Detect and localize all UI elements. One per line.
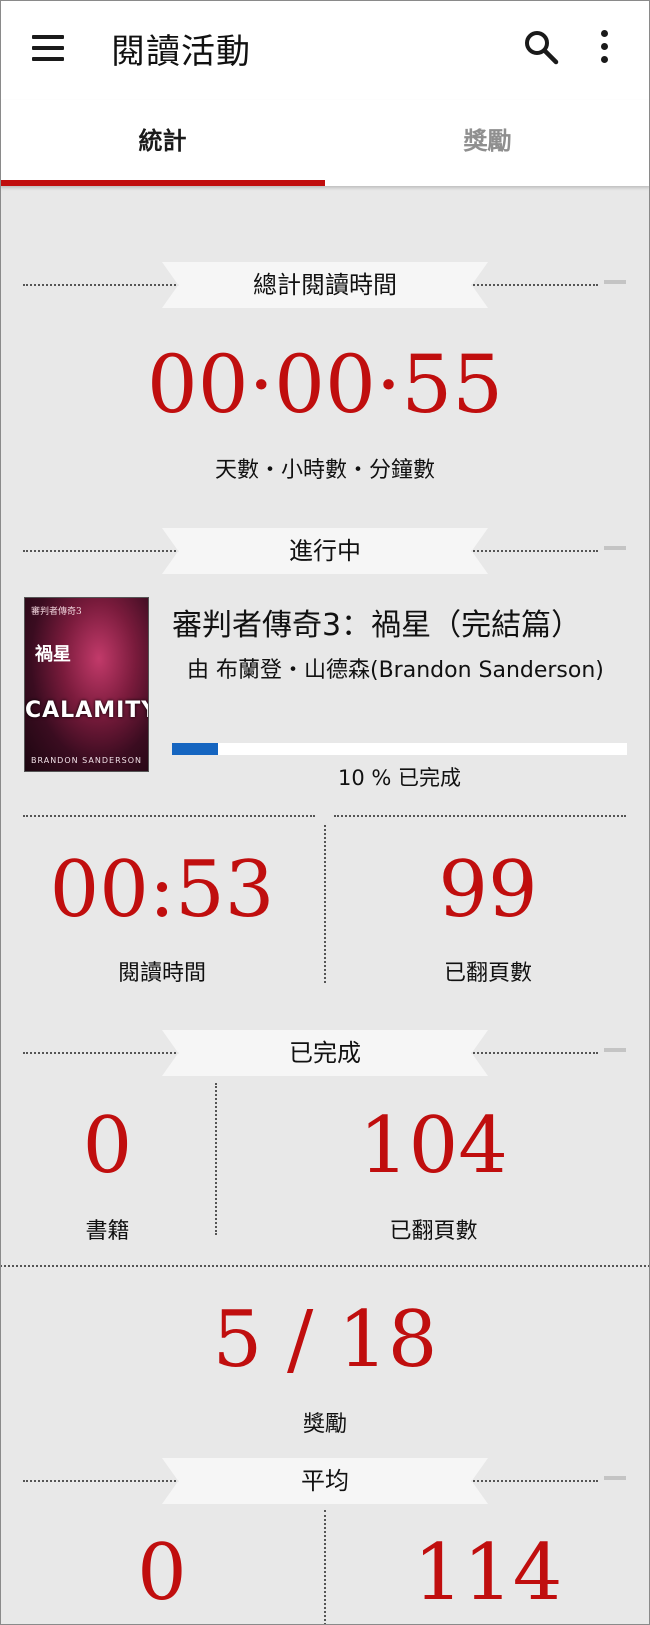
section-header-in-progress: 進行中 <box>0 528 650 574</box>
average-left-value: 0 <box>137 1528 187 1618</box>
divider <box>23 1052 183 1054</box>
divider <box>470 1052 598 1054</box>
collapse-icon[interactable] <box>604 546 626 550</box>
divider <box>470 1480 598 1482</box>
cover-author: BRANDON SANDERSON <box>31 756 142 765</box>
total-time-value: 00·00·55 <box>146 338 504 431</box>
completed-books-label: 書籍 <box>85 1219 130 1244</box>
cover-series: 審判者傳奇3 <box>31 607 82 617</box>
awards-label: 獎勵 <box>302 1412 347 1437</box>
divider <box>0 1265 650 1267</box>
awards-value[interactable]: 5 / 18 <box>0 1290 650 1390</box>
active-tab-indicator <box>0 180 325 186</box>
collapse-icon[interactable] <box>604 1048 626 1052</box>
divider <box>23 550 183 552</box>
collapse-icon[interactable] <box>604 280 626 284</box>
total-time-caption: 天數・小時數・分鐘數 <box>214 458 435 483</box>
collapse-icon[interactable] <box>604 1476 626 1480</box>
divider <box>23 815 315 817</box>
section-title: 平均 <box>162 1458 488 1504</box>
pages-turned-label: 已翻頁數 <box>443 961 532 986</box>
divider <box>23 284 183 286</box>
completed-books-value: 0 <box>82 1101 133 1191</box>
section-header-total-time: 總計閱讀時間 <box>0 262 650 308</box>
book-author: 由 布蘭登・山德森(Brandon Sanderson) <box>187 658 604 683</box>
completed-pages-label: 已翻頁數 <box>389 1219 478 1244</box>
section-header-completed: 已完成 <box>0 1030 650 1076</box>
average-right-value: 114 <box>413 1528 563 1618</box>
section-header-average: 平均 <box>0 1458 650 1504</box>
book-cover[interactable]: 審判者傳奇3 禍星 CALAMITY BRANDON SANDERSON <box>24 597 149 772</box>
search-icon[interactable] <box>520 26 564 70</box>
more-vert-icon[interactable] <box>592 26 618 70</box>
reading-progress-fill <box>172 743 218 755</box>
menu-icon[interactable] <box>28 28 68 68</box>
divider <box>23 1480 183 1482</box>
pages-turned-value: 99 <box>438 845 538 935</box>
section-title: 進行中 <box>162 528 488 574</box>
cover-title: 禍星 <box>35 644 71 665</box>
divider <box>334 815 626 817</box>
section-title: 已完成 <box>162 1030 488 1076</box>
divider <box>470 284 598 286</box>
book-title[interactable]: 審判者傳奇3：禍星（完結篇） <box>172 600 581 644</box>
tab-bar: 統計 獎勵 <box>0 100 650 186</box>
progress-text: 10 % 已完成 <box>337 766 462 790</box>
divider <box>470 550 598 552</box>
tab-awards[interactable]: 獎勵 <box>325 100 650 182</box>
cover-big-title: CALAMITY <box>25 698 149 723</box>
tab-statistics[interactable]: 統計 <box>0 100 325 182</box>
app-bar: 閱讀活動 <box>0 0 650 100</box>
reading-time-label: 閱讀時間 <box>117 961 206 986</box>
completed-pages-value: 104 <box>359 1101 508 1191</box>
reading-time-value: 00:53 <box>49 845 275 935</box>
reading-progress-bar <box>172 743 627 755</box>
page-title: 閱讀活動 <box>111 32 251 72</box>
section-title: 總計閱讀時間 <box>162 262 488 308</box>
